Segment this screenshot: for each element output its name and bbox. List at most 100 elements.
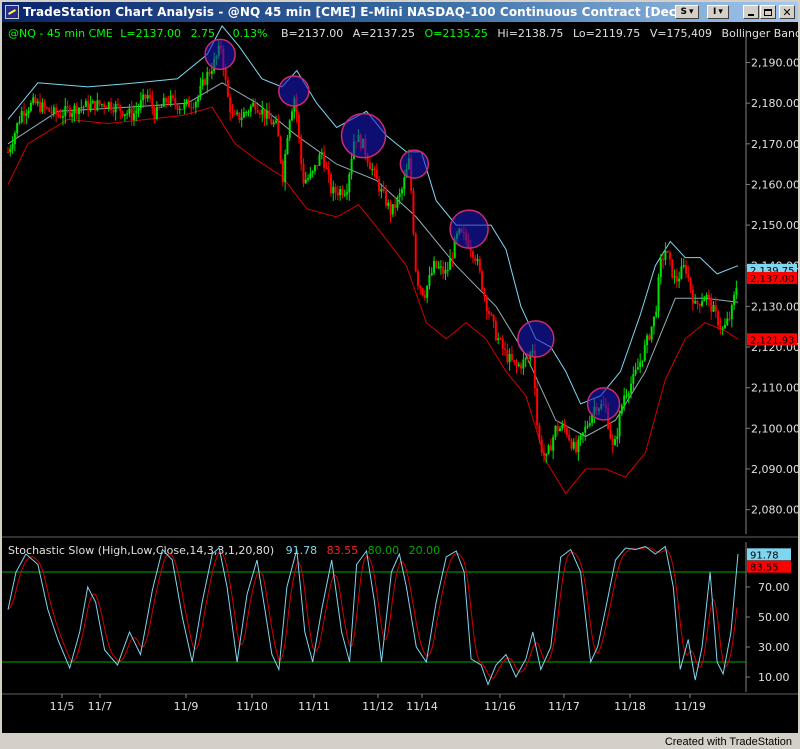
price-bar-body xyxy=(643,345,646,361)
price-bar-body xyxy=(579,435,582,440)
price-bar-body xyxy=(435,260,438,268)
price-bar-body xyxy=(318,154,321,166)
price-bar-body xyxy=(245,111,248,113)
price-bar-body xyxy=(71,113,74,117)
price-bar-body xyxy=(570,440,573,449)
price-bar-body xyxy=(274,120,277,123)
price-bar-body xyxy=(142,94,145,101)
price-bar-body xyxy=(190,107,193,109)
price-bar-body xyxy=(668,252,671,260)
price-bar-body xyxy=(481,271,484,290)
price-bar-body xyxy=(710,297,713,312)
price-bar-body xyxy=(252,102,255,107)
price-bar-body xyxy=(210,71,213,74)
date-tick-label: 11/18 xyxy=(614,700,646,713)
price-bar-body xyxy=(199,85,202,97)
price-bar-body xyxy=(329,174,332,194)
price-bar-body xyxy=(43,102,46,108)
price-bar-body xyxy=(398,193,401,198)
price-bar-body xyxy=(394,204,397,208)
price-bar-body xyxy=(334,186,337,193)
price-bar-body xyxy=(417,271,420,286)
price-bar-body xyxy=(517,364,520,366)
price-bar-body xyxy=(309,173,312,179)
upper-band-line xyxy=(7,25,739,405)
info-pct: 0.13% xyxy=(233,27,268,40)
price-bar-body xyxy=(659,258,662,278)
price-bar-body xyxy=(297,114,300,137)
minimize-button[interactable] xyxy=(743,5,759,19)
price-bar-body xyxy=(636,367,639,370)
lower-band-line xyxy=(7,106,739,495)
maximize-button[interactable] xyxy=(760,5,776,19)
price-bar-body xyxy=(144,94,147,99)
price-bar-body xyxy=(73,105,76,114)
stoch-d-line xyxy=(7,546,738,679)
price-bar-body xyxy=(680,266,683,279)
price-bar-body xyxy=(703,297,706,302)
price-bar-body xyxy=(20,111,23,122)
price-bar-body xyxy=(112,109,115,113)
price-bar-body xyxy=(506,349,509,363)
price-tick-label: 2,160.00 xyxy=(751,178,798,191)
symbol-s-button[interactable]: S ▾ xyxy=(675,5,699,19)
price-bar-body xyxy=(666,250,669,253)
price-bar-body xyxy=(242,112,245,118)
price-bar-body xyxy=(442,266,445,274)
price-bar-body xyxy=(316,165,319,167)
price-bar-body xyxy=(128,108,131,114)
price-bar-body xyxy=(630,383,633,394)
price-bar-body xyxy=(735,288,738,295)
price-bar-body xyxy=(39,101,42,112)
price-bar-body xyxy=(508,354,511,363)
price-bar-body xyxy=(66,106,69,109)
price-bar-body xyxy=(423,294,426,298)
price-bar-body xyxy=(153,108,156,120)
price-bar-body xyxy=(678,278,681,282)
price-bar-body xyxy=(575,442,578,453)
price-tick-label: 2,170.00 xyxy=(751,138,798,151)
title-bar[interactable]: TradeStation Chart Analysis - @NQ 45 min… xyxy=(2,2,798,22)
price-bar-body xyxy=(696,301,699,305)
price-bar-body xyxy=(16,123,19,134)
close-button[interactable]: ✕ xyxy=(779,5,795,19)
info-change: 2.75 xyxy=(191,27,216,40)
price-bar-body xyxy=(611,438,614,446)
price-bar-body xyxy=(439,266,442,268)
price-bar-body xyxy=(494,320,497,341)
price-bar-body xyxy=(114,104,117,113)
price-bar-body xyxy=(350,158,353,174)
symbol-i-button[interactable]: I ▾ xyxy=(707,5,729,19)
price-bar-body xyxy=(536,388,539,426)
price-bar-body xyxy=(130,108,133,120)
price-bar-body xyxy=(64,106,67,117)
price-bar-body xyxy=(444,270,447,274)
price-bar-body xyxy=(281,160,284,183)
price-tick-label: 2,110.00 xyxy=(751,382,798,395)
price-bar-body xyxy=(192,107,195,109)
price-bar-body xyxy=(547,445,550,454)
price-bar-body xyxy=(382,188,385,191)
price-bar-body xyxy=(730,305,733,320)
price-bar-body xyxy=(568,434,571,441)
price-bar-body xyxy=(194,101,197,108)
price-bar-body xyxy=(430,272,433,275)
stoch-v4: 20.00 xyxy=(409,544,441,557)
price-bar-body xyxy=(650,326,653,340)
highlight-circle xyxy=(340,112,387,159)
price-bar-body xyxy=(485,296,488,312)
price-bar-body xyxy=(249,106,252,112)
price-bar-body xyxy=(588,423,591,426)
price-bar-body xyxy=(565,427,568,435)
stoch-tick-label: 50.00 xyxy=(758,611,790,624)
price-bar-body xyxy=(682,265,685,267)
price-bar-body xyxy=(55,107,58,115)
price-bar-body xyxy=(25,113,28,116)
price-bar-body xyxy=(139,100,142,109)
price-bar-body xyxy=(581,432,584,436)
price-bar-body xyxy=(412,190,415,234)
price-bar-body xyxy=(247,111,250,113)
price-tick-label: 2,190.00 xyxy=(751,57,798,70)
date-axis-ticks: 11/5 11/7 11/9 11/10 11/11 11/12 11/14 11/16 11/… xyxy=(50,694,706,713)
price-bar-body xyxy=(655,311,658,317)
